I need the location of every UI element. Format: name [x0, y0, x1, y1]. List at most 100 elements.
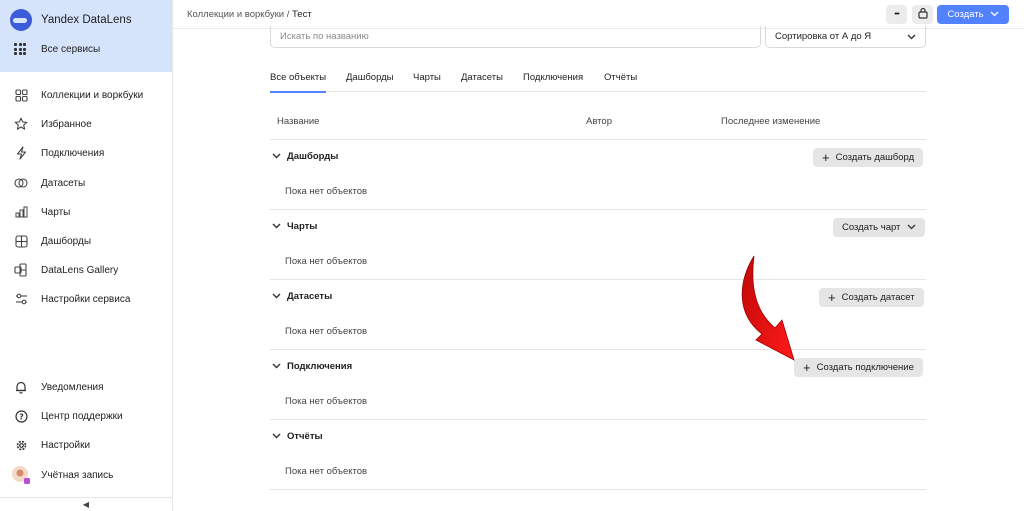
section-title: Чарты — [287, 221, 318, 232]
svg-text:?: ? — [19, 412, 24, 421]
sidebar-item-settings[interactable]: Настройки — [14, 436, 90, 454]
datalens-logo-icon — [10, 9, 32, 31]
empty-message: Пока нет объектов — [285, 326, 368, 337]
tabs: Все объекты Дашборды Чарты Датасеты Подк… — [270, 72, 926, 93]
chevron-down-icon — [907, 32, 916, 43]
button-label: Создать дашборд — [835, 152, 915, 163]
sidebar-header: Yandex DataLens Все сервисы — [0, 0, 172, 72]
sidebar-item-label: Избранное — [41, 118, 92, 130]
tab-all[interactable]: Все объекты — [270, 72, 327, 93]
avatar-icon — [11, 465, 31, 485]
empty-message: Пока нет объектов — [285, 256, 368, 267]
section-title: Дашборды — [287, 151, 339, 162]
sidebar-item-label: Коллекции и воркбуки — [41, 89, 144, 101]
more-button[interactable]: ••• — [886, 5, 907, 24]
divider — [270, 489, 926, 490]
divider — [270, 209, 926, 210]
bell-icon — [14, 380, 28, 394]
plus-icon: + — [822, 150, 830, 165]
empty-message: Пока нет объектов — [285, 396, 368, 407]
star-icon — [14, 117, 28, 131]
sidebar-item-label: Центр поддержки — [41, 410, 123, 422]
empty-message: Пока нет объектов — [285, 466, 368, 477]
sidebar-item-connections[interactable]: Подключения — [14, 144, 104, 162]
sidebar-item-notifications[interactable]: Уведомления — [14, 378, 104, 396]
section-title: Датасеты — [287, 291, 333, 302]
sort-select[interactable]: Сортировка от А до Я — [765, 26, 926, 48]
create-connection-button[interactable]: + Создать подключение — [794, 358, 923, 377]
help-icon: ? — [14, 409, 28, 423]
create-chart-button[interactable]: Создать чарт — [833, 218, 926, 237]
empty-message: Пока нет объектов — [285, 186, 368, 197]
sidebar-item-label: DataLens Gallery — [41, 264, 119, 276]
divider — [270, 139, 926, 140]
lock-icon — [917, 7, 929, 22]
grid-icon — [14, 43, 26, 55]
breadcrumb: Коллекции и воркбуки / Тест — [187, 9, 312, 20]
chevron-down-icon — [990, 9, 999, 20]
sidebar-item-label: Чарты — [41, 206, 71, 218]
brand[interactable]: Yandex DataLens — [10, 9, 132, 31]
all-services-button[interactable]: Все сервисы — [14, 43, 100, 55]
collections-icon — [14, 88, 28, 102]
sliders-icon — [14, 292, 28, 306]
access-button[interactable] — [912, 5, 933, 24]
button-label: Создать подключение — [816, 362, 914, 373]
section-title: Подключения — [287, 361, 353, 372]
sidebar-item-label: Учётная запись — [41, 469, 114, 481]
create-dataset-button[interactable]: + Создать датасет — [819, 288, 924, 307]
section-toggle-charts[interactable]: Чарты — [272, 221, 317, 232]
chevron-down-icon — [272, 151, 281, 162]
all-services-label: Все сервисы — [41, 43, 101, 55]
sidebar: Yandex DataLens Все сервисы Коллекции и … — [0, 0, 173, 511]
sidebar-item-support[interactable]: ? Центр поддержки — [14, 407, 123, 425]
sidebar-item-charts[interactable]: Чарты — [14, 203, 70, 221]
chart-icon — [14, 205, 28, 219]
sidebar-item-label: Уведомления — [41, 381, 104, 393]
app-title: Yandex DataLens — [41, 14, 132, 26]
collapse-arrow-icon: ◀ — [82, 500, 90, 509]
section-toggle-reports[interactable]: Отчёты — [272, 431, 323, 442]
sidebar-item-label: Настройки — [41, 439, 91, 451]
sidebar-item-label: Подключения — [41, 147, 105, 159]
breadcrumb-current: Тест — [292, 9, 312, 20]
collapse-sidebar-button[interactable]: ◀ — [0, 497, 172, 511]
sort-value: Сортировка от А до Я — [775, 31, 872, 42]
chevron-down-icon — [272, 361, 281, 372]
section-toggle-dashboards[interactable]: Дашборды — [272, 151, 338, 162]
tab-connections[interactable]: Подключения — [523, 72, 583, 92]
sidebar-item-collections[interactable]: Коллекции и воркбуки — [14, 86, 143, 104]
sidebar-item-dashboards[interactable]: Дашборды — [14, 232, 91, 250]
tab-datasets[interactable]: Датасеты — [461, 72, 503, 92]
sidebar-item-service-settings[interactable]: Настройки сервиса — [14, 290, 130, 308]
section-toggle-datasets[interactable]: Датасеты — [272, 291, 332, 302]
sidebar-item-label: Датасеты — [41, 177, 86, 189]
sidebar-item-account[interactable]: Учётная запись — [11, 465, 114, 485]
gear-icon — [14, 438, 28, 452]
tab-dashboards[interactable]: Дашборды — [346, 72, 394, 92]
chevron-down-icon — [272, 291, 281, 302]
button-label: Создать чарт — [842, 222, 901, 233]
create-dashboard-button[interactable]: + Создать дашборд — [813, 148, 924, 167]
plus-icon: + — [828, 290, 836, 305]
tab-reports[interactable]: Отчёты — [604, 72, 637, 92]
search-input[interactable]: Искать по названию — [270, 26, 761, 48]
column-header-modified[interactable]: Последнее изменение — [721, 116, 820, 127]
gallery-icon — [14, 263, 28, 277]
divider — [270, 279, 926, 280]
column-header-author[interactable]: Автор — [586, 116, 612, 127]
sidebar-item-label: Настройки сервиса — [41, 293, 131, 305]
top-bar: Коллекции и воркбуки / Тест ••• Создать — [173, 0, 1024, 29]
create-button[interactable]: Создать — [937, 5, 1009, 24]
button-label: Создать датасет — [841, 292, 915, 303]
breadcrumb-parent[interactable]: Коллекции и воркбуки — [187, 9, 284, 20]
sidebar-item-datasets[interactable]: Датасеты — [14, 174, 85, 192]
section-toggle-connections[interactable]: Подключения — [272, 361, 352, 372]
tab-charts[interactable]: Чарты — [413, 72, 441, 92]
more-icon: ••• — [894, 11, 899, 18]
sidebar-item-gallery[interactable]: DataLens Gallery — [14, 261, 118, 279]
column-header-name[interactable]: Название — [277, 116, 319, 127]
sidebar-item-favorites[interactable]: Избранное — [14, 115, 92, 133]
divider — [270, 419, 926, 420]
red-arrow-annotation — [741, 255, 795, 361]
